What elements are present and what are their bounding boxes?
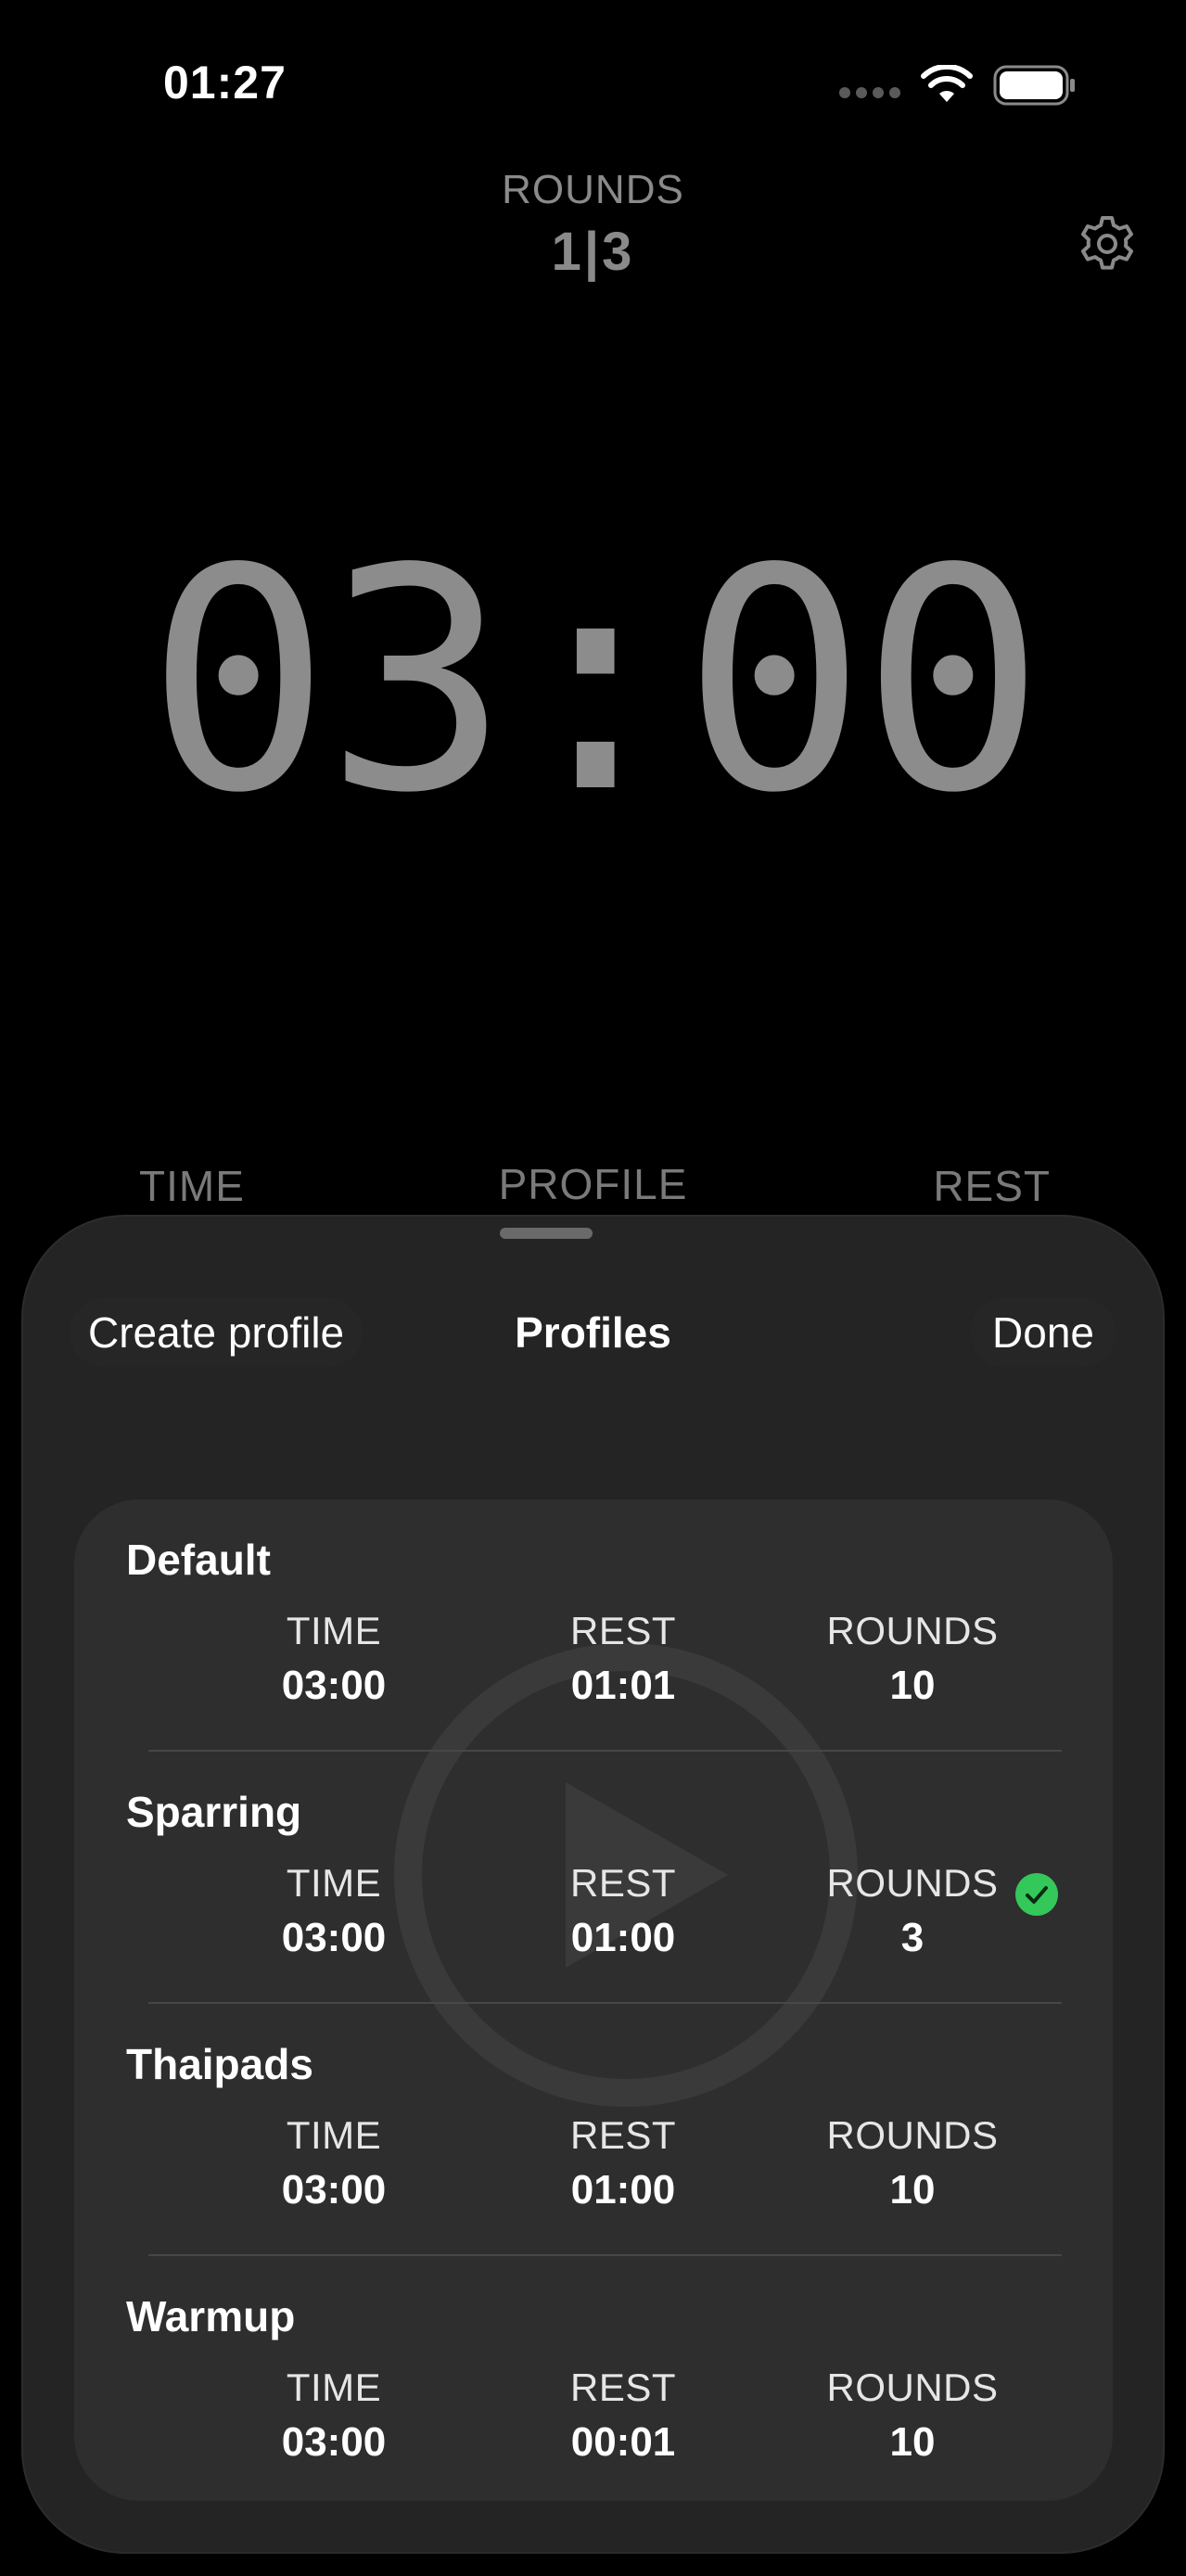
sheet-grabber[interactable] (500, 1228, 593, 1239)
signal-dots-icon (839, 87, 900, 98)
gear-icon (1081, 216, 1133, 270)
profile-time: TIME 03:00 (213, 1861, 454, 1961)
create-profile-button[interactable]: Create profile (70, 1298, 363, 1367)
rounds-stat-value: 3 (900, 1915, 925, 1960)
rest-label: REST (933, 1162, 1051, 1210)
time-stat-value: 03:00 (281, 2419, 387, 2465)
sheet-header: Create profile Profiles Done (23, 1298, 1163, 1372)
rounds-indicator: ROUNDS 1|3 (0, 167, 1186, 283)
profile-rest: REST 00:01 (503, 2366, 744, 2466)
profile-name: Thaipads (126, 2040, 313, 2088)
status-icons (839, 65, 1077, 106)
profile-row-warmup[interactable]: Warmup TIME 03:00 REST 00:01 ROUNDS 10 (74, 2256, 1113, 2501)
rounds-stat-label: ROUNDS (826, 2113, 999, 2157)
profile-rounds: ROUNDS 10 (792, 2113, 1033, 2213)
profile-rounds: ROUNDS 3 (792, 1861, 1033, 1961)
profile-time: TIME 03:00 (213, 2113, 454, 2213)
done-button[interactable]: Done (970, 1298, 1116, 1367)
checkmark-circle-icon (1015, 1873, 1058, 1916)
profile-list: Default TIME 03:00 REST 01:01 ROUNDS 10 … (74, 1499, 1113, 2501)
status-time: 01:27 (163, 57, 287, 108)
profile-row-sparring[interactable]: Sparring TIME 03:00 REST 01:00 ROUNDS 3 (74, 1752, 1113, 2004)
profile-time: TIME 03:00 (213, 1609, 454, 1709)
main-timer-display: 03:00 (146, 504, 1045, 860)
profile-name: Default (126, 1536, 271, 1584)
profile-rest: REST 01:00 (503, 1861, 744, 1961)
rounds-stat-value: 10 (889, 1663, 936, 1708)
time-stat-label: TIME (286, 1861, 382, 1905)
profile-row-default[interactable]: Default TIME 03:00 REST 01:01 ROUNDS 10 (74, 1499, 1113, 1752)
time-stat-value: 03:00 (281, 1915, 387, 1960)
profile-name: Warmup (126, 2292, 296, 2340)
rest-stat-label: REST (569, 2113, 676, 2157)
rest-stat-value: 00:01 (570, 2419, 676, 2465)
time-stat-value: 03:00 (281, 2167, 387, 2213)
time-stat-label: TIME (286, 2113, 382, 2157)
profile-rounds: ROUNDS 10 (792, 2366, 1033, 2466)
rounds-stat-value: 10 (889, 2167, 936, 2213)
profile-rest: REST 01:01 (503, 1609, 744, 1709)
profiles-sheet: Create profile Profiles Done Default TIM… (23, 1217, 1163, 2552)
wifi-icon (921, 65, 973, 102)
rounds-stat-value: 10 (889, 2419, 936, 2465)
profile-rounds: ROUNDS 10 (792, 1609, 1033, 1709)
rounds-value: 1|3 (551, 222, 635, 282)
profile-time: TIME 03:00 (213, 2366, 454, 2466)
time-stat-label: TIME (286, 1609, 382, 1652)
battery-icon (993, 65, 1075, 106)
rest-stat-value: 01:00 (570, 1915, 676, 1960)
rest-stat-label: REST (569, 1609, 676, 1652)
rounds-stat-label: ROUNDS (826, 1609, 999, 1652)
rounds-stat-label: ROUNDS (826, 2366, 999, 2409)
rest-stat-label: REST (569, 1861, 676, 1905)
rest-stat-label: REST (569, 2366, 676, 2409)
profile-name: Sparring (126, 1788, 302, 1836)
rest-stat-value: 01:01 (570, 1663, 676, 1708)
rounds-stat-label: ROUNDS (826, 1861, 999, 1905)
rest-stat-value: 01:00 (570, 2167, 676, 2213)
rounds-label: ROUNDS (502, 167, 684, 212)
profile-rest: REST 01:00 (503, 2113, 744, 2213)
profile-row-thaipads[interactable]: Thaipads TIME 03:00 REST 01:00 ROUNDS 10 (74, 2004, 1113, 2256)
time-stat-label: TIME (286, 2366, 382, 2409)
settings-button[interactable] (1075, 211, 1140, 276)
time-stat-value: 03:00 (281, 1663, 387, 1708)
